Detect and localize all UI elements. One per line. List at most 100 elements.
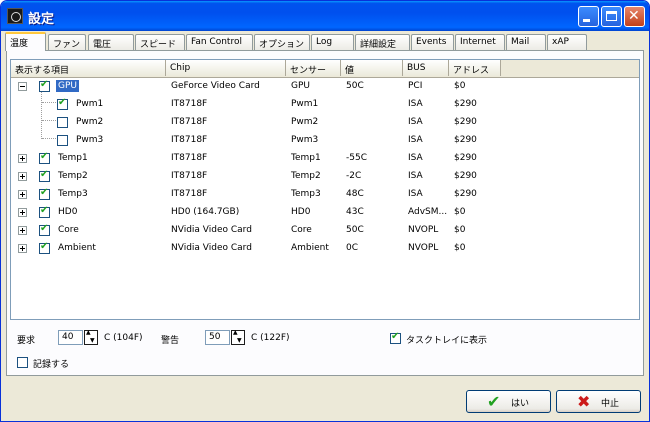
col-header-item[interactable]: 表示する項目 bbox=[11, 60, 166, 76]
col-header-sensor[interactable]: センサー bbox=[286, 60, 341, 76]
tab-advanced[interactable]: 詳細設定 bbox=[355, 34, 410, 50]
warning-label: 警告 bbox=[161, 336, 180, 346]
tab-mail[interactable]: Mail bbox=[506, 34, 546, 50]
row-name: HD0 bbox=[58, 207, 78, 217]
table-row[interactable]: Pwm2 IT8718F Pwm2 ISA $290 bbox=[11, 113, 639, 131]
row-name: Core bbox=[58, 225, 79, 235]
table-row[interactable]: HD0 HD0 (164.7GB) HD0 43C AdvSM... $0 bbox=[11, 203, 639, 221]
row-sensor: Temp1 bbox=[291, 153, 321, 163]
col-header-chip[interactable]: Chip bbox=[166, 60, 286, 76]
row-bus: PCI bbox=[408, 81, 423, 91]
row-checkbox[interactable] bbox=[39, 187, 50, 200]
sensor-list[interactable]: 表示する項目 Chip センサー 値 BUS アドレス GPU GeForce … bbox=[10, 59, 640, 320]
row-value: 0C bbox=[346, 243, 359, 253]
request-input[interactable]: 40 bbox=[58, 330, 83, 345]
row-sensor: Temp2 bbox=[291, 171, 321, 181]
row-bus: ISA bbox=[408, 153, 423, 163]
row-name: Pwm2 bbox=[76, 117, 104, 127]
row-checkbox[interactable] bbox=[39, 169, 50, 182]
row-sensor: HD0 bbox=[291, 207, 311, 217]
table-row[interactable]: Pwm1 IT8718F Pwm1 ISA $290 bbox=[11, 95, 639, 113]
col-header-address[interactable]: アドレス bbox=[449, 60, 501, 76]
title-bar[interactable]: 設定 bbox=[1, 1, 649, 31]
close-button[interactable] bbox=[624, 6, 645, 27]
col-header-value[interactable]: 値 bbox=[341, 60, 403, 76]
row-address: $0 bbox=[454, 243, 466, 253]
table-row[interactable]: Temp2 IT8718F Temp2 -2C ISA $290 bbox=[11, 167, 639, 185]
tab-events[interactable]: Events bbox=[411, 34, 454, 50]
col-header-bus[interactable]: BUS bbox=[403, 60, 449, 76]
row-checkbox[interactable] bbox=[39, 79, 50, 92]
row-checkbox[interactable] bbox=[39, 151, 50, 164]
tab-temperature[interactable]: 温度 bbox=[5, 32, 46, 51]
row-bus: NVOPL bbox=[408, 225, 439, 235]
expand-icon[interactable] bbox=[18, 154, 27, 163]
row-address: $290 bbox=[454, 189, 477, 199]
row-value: -2C bbox=[346, 171, 362, 181]
row-name: Ambient bbox=[58, 243, 96, 253]
tray-checkbox[interactable] bbox=[390, 331, 401, 344]
warning-unit: C (122F) bbox=[251, 333, 290, 343]
log-checkbox[interactable] bbox=[17, 357, 28, 368]
tab-internet[interactable]: Internet bbox=[455, 34, 505, 50]
table-row[interactable]: Core NVidia Video Card Core 50C NVOPL $0 bbox=[11, 221, 639, 239]
table-row[interactable]: Temp3 IT8718F Temp3 48C ISA $290 bbox=[11, 185, 639, 203]
request-label: 要求 bbox=[17, 336, 36, 346]
row-checkbox[interactable] bbox=[57, 135, 68, 146]
row-address: $0 bbox=[454, 225, 466, 235]
row-value: 50C bbox=[346, 81, 364, 91]
row-checkbox[interactable] bbox=[39, 241, 50, 254]
row-bus: ISA bbox=[408, 171, 423, 181]
cancel-button[interactable]: ✖ 中止 bbox=[556, 390, 641, 413]
table-row[interactable]: Temp1 IT8718F Temp1 -55C ISA $290 bbox=[11, 149, 639, 167]
row-value: -55C bbox=[346, 153, 367, 163]
expand-icon[interactable] bbox=[18, 172, 27, 181]
tab-xap[interactable]: xAP bbox=[547, 34, 587, 50]
window-title: 設定 bbox=[28, 12, 55, 27]
expand-icon[interactable] bbox=[18, 244, 27, 253]
tab-log[interactable]: Log bbox=[311, 34, 354, 50]
expand-icon[interactable] bbox=[18, 190, 27, 199]
minimize-button[interactable] bbox=[578, 6, 599, 27]
row-checkbox[interactable] bbox=[57, 97, 68, 110]
table-row[interactable]: Pwm3 IT8718F Pwm3 ISA $290 bbox=[11, 131, 639, 149]
row-chip: IT8718F bbox=[171, 99, 208, 109]
table-row[interactable]: GPU GeForce Video Card GPU 50C PCI $0 bbox=[11, 77, 639, 95]
row-chip: NVidia Video Card bbox=[171, 225, 252, 235]
tray-label: タスクトレイに表示 bbox=[406, 336, 488, 346]
row-sensor: Temp3 bbox=[291, 189, 321, 199]
tab-fan-control[interactable]: Fan Control bbox=[186, 34, 253, 50]
row-checkbox[interactable] bbox=[39, 205, 50, 218]
row-name: Temp2 bbox=[58, 171, 88, 181]
row-chip: IT8718F bbox=[171, 117, 208, 127]
row-sensor: Ambient bbox=[291, 243, 329, 253]
row-sensor: GPU bbox=[291, 81, 310, 91]
warning-spin-button[interactable] bbox=[231, 329, 245, 345]
row-bus: AdvSM... bbox=[408, 207, 448, 217]
tab-fan[interactable]: ファン bbox=[48, 34, 86, 50]
row-value: 48C bbox=[346, 189, 364, 199]
collapse-icon[interactable] bbox=[18, 82, 27, 91]
row-checkbox[interactable] bbox=[57, 117, 68, 128]
request-spin-button[interactable] bbox=[84, 329, 98, 345]
list-header: 表示する項目 Chip センサー 値 BUS アドレス bbox=[11, 60, 639, 78]
row-chip: IT8718F bbox=[171, 153, 208, 163]
row-name: Temp1 bbox=[58, 153, 88, 163]
ok-button[interactable]: ✔ はい bbox=[466, 390, 551, 413]
tab-speed[interactable]: スピード bbox=[135, 34, 185, 50]
tab-voltage[interactable]: 電圧 bbox=[88, 34, 134, 50]
row-checkbox[interactable] bbox=[39, 223, 50, 236]
warning-input[interactable]: 50 bbox=[205, 330, 230, 345]
row-address: $290 bbox=[454, 171, 477, 181]
maximize-button[interactable] bbox=[601, 6, 622, 27]
row-address: $290 bbox=[454, 153, 477, 163]
row-name: Pwm1 bbox=[76, 99, 104, 109]
row-value: 50C bbox=[346, 225, 364, 235]
expand-icon[interactable] bbox=[18, 226, 27, 235]
settings-window: 設定 温度 ファン 電圧 スピード Fan Control オプション Log … bbox=[0, 0, 650, 422]
row-chip: NVidia Video Card bbox=[171, 243, 252, 253]
expand-icon[interactable] bbox=[18, 208, 27, 217]
row-name: Temp3 bbox=[58, 189, 88, 199]
table-row[interactable]: Ambient NVidia Video Card Ambient 0C NVO… bbox=[11, 239, 639, 257]
tab-options[interactable]: オプション bbox=[254, 34, 310, 50]
